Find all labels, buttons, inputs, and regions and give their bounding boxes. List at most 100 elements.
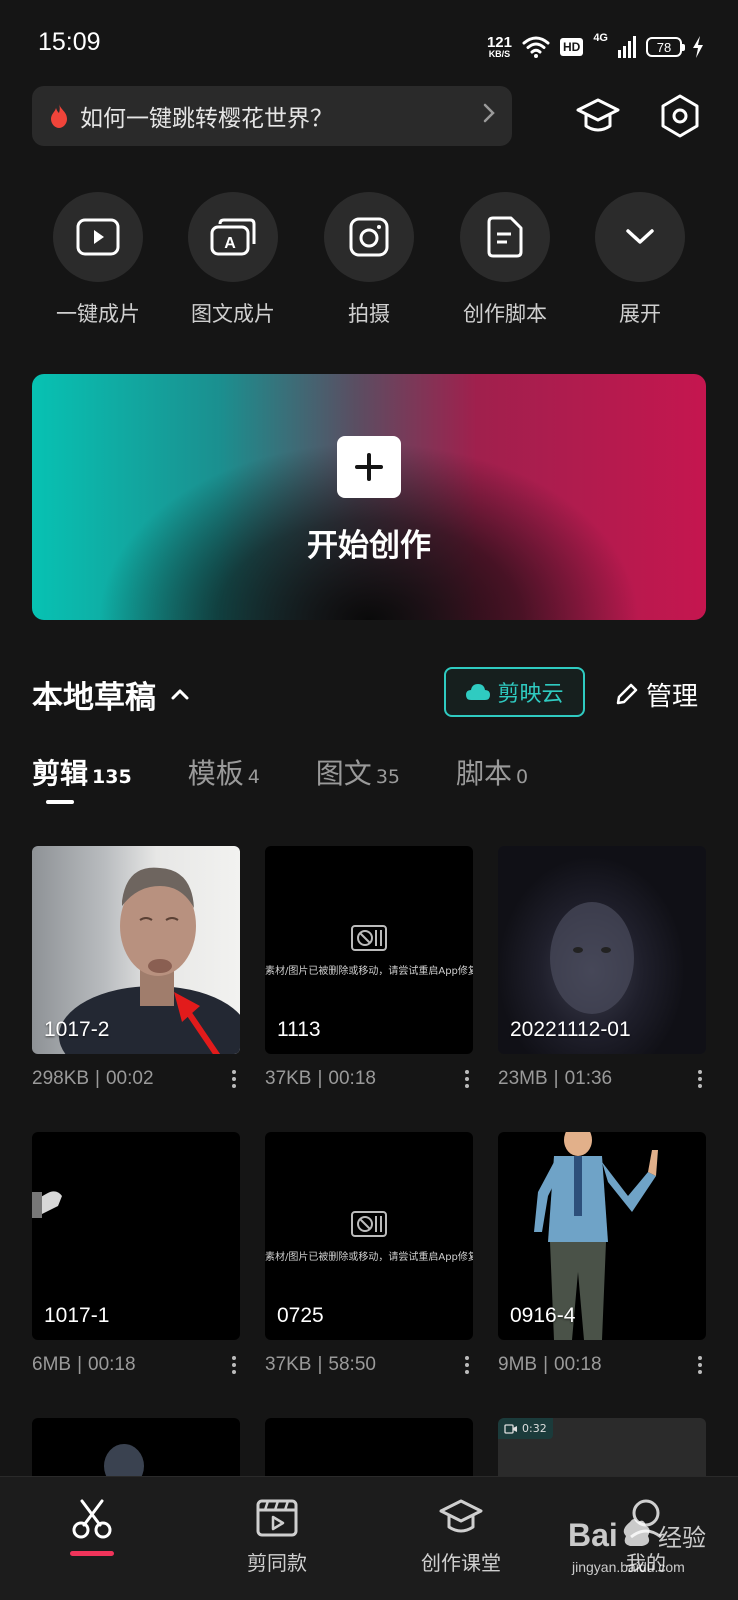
svg-text:jingyan.baidu.com: jingyan.baidu.com (571, 1559, 685, 1575)
draft-name: 0916-4 (510, 1304, 576, 1327)
broken-media-icon (351, 924, 387, 951)
draft-name: 20221112-01 (510, 1018, 631, 1041)
shortcut-script[interactable]: 创作脚本 (440, 192, 570, 328)
status-time: 15:09 (38, 28, 101, 56)
text-to-video-icon: A (210, 218, 256, 256)
svg-text:Bai: Bai (568, 1517, 618, 1553)
more-options-icon[interactable] (232, 1356, 240, 1374)
draft-duration: 58:50 (328, 1354, 376, 1375)
tab-image-text[interactable]: 图文 35 (316, 752, 400, 812)
red-arrow-annotation (174, 992, 221, 1054)
draft-duration: 00:02 (105, 1068, 154, 1089)
manage-button[interactable]: 管理 (614, 672, 698, 716)
draft-card[interactable] (265, 1418, 473, 1476)
nav-same-template[interactable]: 剪同款 (207, 1497, 347, 1576)
flame-icon (51, 104, 67, 128)
draft-card[interactable]: 1017-2 298KB | 00:02 (32, 846, 240, 1090)
graduation-cap-icon[interactable] (574, 92, 622, 140)
draft-thumbnail[interactable]: 20221112-01 (498, 846, 706, 1054)
chevron-down-icon (626, 229, 654, 244)
shortcut-camera[interactable]: 拍摄 (304, 192, 434, 328)
shortcut-expand[interactable]: 展开 (575, 192, 705, 328)
draft-card[interactable]: 素材/图片已被删除或移动，请尝试重启App修复 1113 37KB | 00:18 (265, 846, 473, 1090)
draft-thumbnail[interactable]: 素材/图片已被删除或移动，请尝试重启App修复 0725 (265, 1132, 473, 1340)
draft-thumbnail[interactable] (32, 1418, 240, 1476)
shortcut-text-to-video[interactable]: A 图文成片 (168, 192, 298, 328)
draft-card[interactable] (32, 1418, 240, 1476)
search-hint-bar[interactable]: 如何一键跳转樱花世界？ (32, 86, 512, 146)
draft-size: 23MB (498, 1068, 548, 1089)
tab-template[interactable]: 模板 4 (188, 752, 260, 812)
svg-text:经验: 经验 (658, 1524, 706, 1552)
more-options-icon[interactable] (698, 1356, 706, 1374)
more-options-icon[interactable] (465, 1070, 473, 1088)
tab-script[interactable]: 脚本 0 (456, 752, 528, 812)
scissors-icon (72, 1499, 112, 1539)
nav-edit[interactable] (22, 1497, 162, 1556)
draft-size: 298KB (32, 1068, 90, 1089)
draft-thumbnail[interactable]: 1017-1 (32, 1132, 240, 1340)
cloud-button[interactable]: 剪映云 (444, 667, 585, 717)
active-tab-indicator (46, 800, 74, 804)
graduation-cap-icon (439, 1499, 483, 1533)
signal-icon (618, 36, 636, 58)
template-icon (256, 1499, 298, 1537)
video-duration-badge: 0:32 (498, 1418, 553, 1439)
draft-card[interactable]: 0916-4 9MB | 00:18 (498, 1132, 706, 1376)
draft-thumbnail[interactable]: 1017-2 (32, 846, 240, 1054)
charging-icon (693, 36, 703, 58)
missing-media-text: 素材/图片已被删除或移动，请尝试重启App修复 (265, 965, 473, 977)
wifi-icon (522, 36, 550, 58)
camera-icon (349, 217, 389, 257)
shortcut-one-click[interactable]: 一键成片 (33, 192, 163, 328)
draft-card[interactable]: 1017-1 6MB | 00:18 (32, 1132, 240, 1376)
settings-icon[interactable] (656, 92, 704, 140)
draft-size: 37KB (265, 1354, 312, 1375)
more-options-icon[interactable] (465, 1356, 473, 1374)
draft-thumbnail[interactable] (265, 1418, 473, 1476)
missing-media-text: 素材/图片已被删除或移动，请尝试重启App修复 (265, 1251, 473, 1263)
draft-duration: 00:18 (328, 1068, 376, 1089)
play-icon (76, 218, 120, 256)
draft-size: 9MB (498, 1354, 538, 1375)
draft-card[interactable]: 0:32 (498, 1418, 706, 1476)
network-type: 4G (593, 32, 608, 44)
tab-edit[interactable]: 剪辑 135 (32, 752, 132, 812)
plus-icon (337, 436, 401, 498)
more-options-icon[interactable] (698, 1070, 706, 1088)
shortcut-row: 一键成片 A 图文成片 拍摄 创作脚本 展开 (0, 192, 738, 342)
baidu-jingyan-watermark: Bai 经验 jingyan.baidu.com (568, 1517, 706, 1575)
draft-duration: 00:18 (554, 1354, 602, 1375)
draft-duration: 01:36 (564, 1068, 613, 1089)
local-drafts-header[interactable]: 本地草稿 (32, 666, 190, 722)
cartoon-head-thumbnail-image (104, 1444, 144, 1476)
draft-duration: 00:18 (88, 1354, 136, 1375)
draft-thumbnail[interactable]: 素材/图片已被删除或移动，请尝试重启App修复 1113 (265, 846, 473, 1054)
script-icon (487, 216, 523, 258)
drafts-tabs: 剪辑 135 模板 4 图文 35 脚本 0 (32, 752, 584, 812)
start-creation-label: 开始创作 (307, 528, 431, 564)
search-hint-text: 如何一键跳转樱花世界？ (80, 106, 333, 132)
status-bar: 15:09 121 KB/S HD 4G 78 (0, 0, 738, 90)
draft-thumbnail[interactable]: 0916-4 (498, 1132, 706, 1340)
draft-size: 37KB (265, 1068, 312, 1089)
battery-indicator: 78 (646, 37, 685, 57)
svg-text:A: A (224, 235, 236, 252)
chevron-up-icon (171, 689, 189, 700)
draft-thumbnail[interactable]: 0:32 (498, 1418, 706, 1476)
start-creation-banner[interactable]: 开始创作 (32, 374, 706, 620)
draft-size: 6MB (32, 1354, 72, 1375)
draft-name: 1017-1 (44, 1304, 110, 1327)
nav-creation-class[interactable]: 创作课堂 (391, 1497, 531, 1576)
draft-name: 1113 (277, 1018, 321, 1041)
chevron-right-icon (482, 102, 496, 130)
broken-media-icon (351, 1210, 387, 1237)
net-speed: 121 KB/S (486, 34, 512, 59)
draft-card[interactable]: 素材/图片已被删除或移动，请尝试重启App修复 0725 37KB | 58:50 (265, 1132, 473, 1376)
local-drafts-title: 本地草稿 (32, 679, 156, 716)
active-nav-indicator (70, 1551, 114, 1556)
video-camera-icon (504, 1423, 517, 1434)
more-options-icon[interactable] (232, 1070, 240, 1088)
hd-badge: HD (559, 38, 584, 56)
draft-card[interactable]: 20221112-01 23MB | 01:36 (498, 846, 706, 1090)
